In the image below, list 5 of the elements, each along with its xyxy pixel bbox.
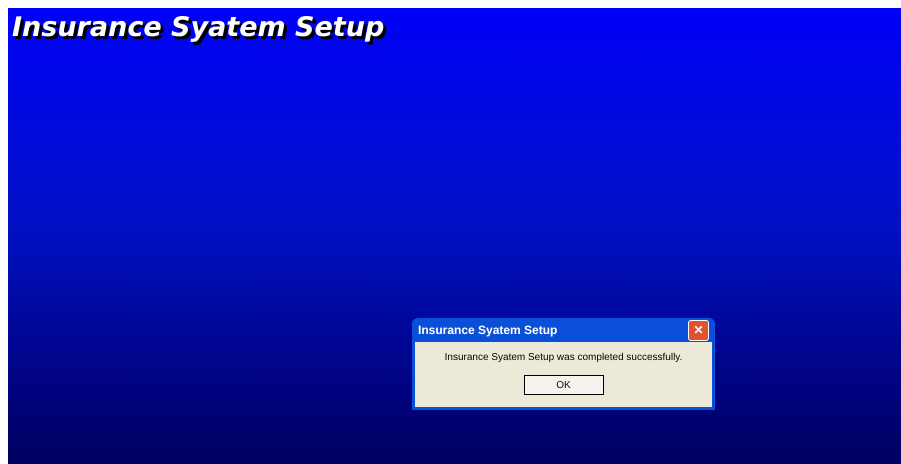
screen-title: Insurance Syatem Setup — [12, 12, 384, 43]
close-button[interactable]: ✕ — [688, 320, 709, 340]
dialog-message: Insurance Syatem Setup was completed successfully. — [444, 351, 682, 365]
dialog-title: Insurance Syatem Setup — [418, 322, 558, 339]
ok-button[interactable]: OK — [524, 375, 604, 395]
